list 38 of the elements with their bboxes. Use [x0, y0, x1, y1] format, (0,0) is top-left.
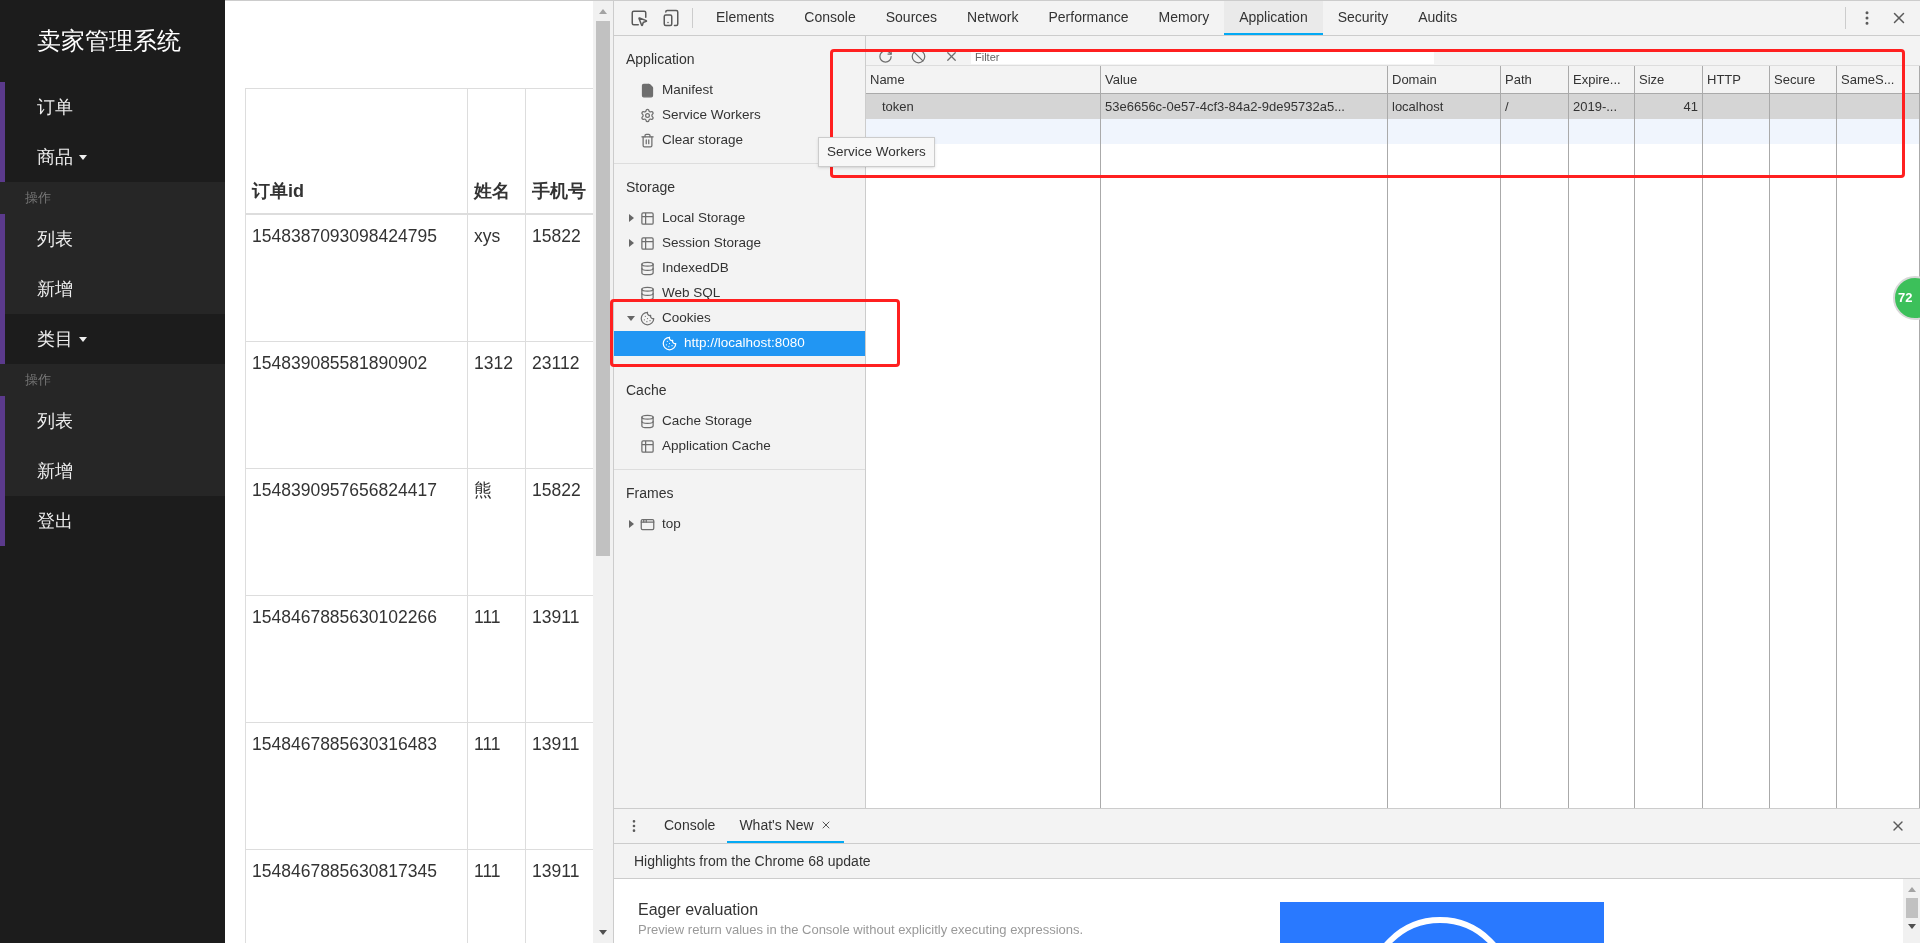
tooltip: Service Workers: [818, 137, 935, 167]
app-title: 卖家管理系统: [37, 26, 181, 56]
column-header: 姓名: [474, 180, 510, 203]
table-cell: 15822: [532, 480, 581, 500]
feature-description: Preview return values in the Console without explicitly executing expressions.: [638, 922, 1085, 938]
table-cell: 1548467885630817345: [252, 861, 437, 881]
banner-text: Highlights from the Chrome 68 update: [634, 851, 871, 871]
table-cell-text: 2019-...: [1573, 97, 1618, 116]
table-cell: 1312: [474, 353, 513, 373]
table-cell: 154839085581890902: [252, 353, 428, 373]
table-cell-text: localhost: [1392, 97, 1444, 116]
column-header: 手机号: [532, 180, 586, 203]
table-cell: 111: [474, 607, 501, 627]
table-cell-text: token: [881, 97, 914, 116]
table-cell: xys: [474, 226, 501, 246]
section-title: Cache: [626, 380, 667, 400]
section-title: Application: [626, 49, 695, 69]
nav-group-label: 操作: [0, 182, 225, 214]
table-cell: 111: [474, 861, 501, 881]
table-cell: 1548387093098424795: [252, 226, 437, 246]
table-cell: 111: [474, 734, 501, 754]
table-cell: 13911: [532, 734, 580, 754]
table-cell: 熊: [474, 480, 492, 500]
table-cell: 15822: [532, 226, 581, 246]
section-title: Storage: [626, 177, 676, 197]
table-cell: 1548467885630316483: [252, 734, 437, 754]
table-cell: 1548467885630102266: [252, 607, 437, 627]
nav-group-label: 操作: [0, 364, 225, 396]
table-cell-text: 41: [1683, 97, 1698, 116]
table-cell: 13911: [532, 861, 580, 881]
column-header: 订单id: [252, 180, 304, 203]
table-cell-text: /: [1505, 97, 1509, 116]
section-title: Frames: [626, 483, 674, 503]
table-cell-text: 53e6656c-0e57-4cf3-84a2-9de95732a5...: [1105, 97, 1345, 116]
table-cell: 23112: [532, 353, 580, 373]
table-cell: 1548390957656824417: [252, 480, 437, 500]
table-cell: 13911: [532, 607, 580, 627]
feature-heading: Eager evaluation: [638, 900, 760, 920]
